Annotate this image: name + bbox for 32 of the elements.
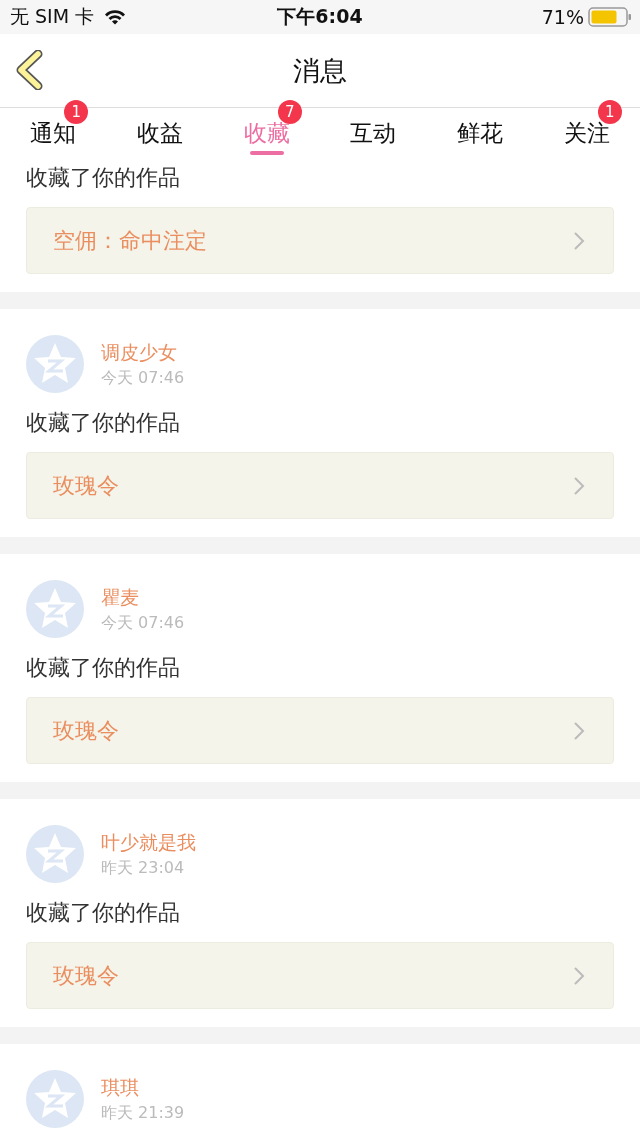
user-name[interactable]: 琪琪 [101, 1074, 185, 1101]
chevron-left-icon [14, 50, 44, 90]
chevron-right-icon [573, 475, 585, 496]
wifi-icon [104, 9, 127, 25]
work-link[interactable]: 玫瑰令 [26, 697, 614, 764]
carrier-label: 无 SIM 卡 [10, 4, 95, 29]
chevron-right-icon [573, 720, 585, 741]
message-text: 收藏了你的作品 [25, 899, 181, 927]
tab[interactable]: 互动 [350, 108, 397, 158]
user-name[interactable]: 叶少就是我 [101, 829, 196, 856]
count-badge: 1 [64, 100, 89, 124]
message-time: 昨天 21:39 [101, 1102, 185, 1124]
message-text: 收藏了你的作品 [25, 409, 181, 437]
message-text: 收藏了你的作品 [25, 164, 181, 192]
chevron-right-icon [573, 965, 585, 986]
tab[interactable]: 收益 [137, 108, 183, 158]
user-name[interactable]: 调皮少女 [101, 339, 185, 366]
battery-icon [588, 7, 632, 27]
chevron-right-icon [573, 230, 585, 251]
work-link[interactable]: 玫瑰令 [26, 452, 614, 519]
message-text: 收藏了你的作品 [25, 654, 181, 682]
back-button[interactable] [14, 50, 44, 90]
work-link[interactable]: 玫瑰令 [26, 942, 614, 1009]
battery-percent: 71% [541, 6, 584, 28]
user-name[interactable]: 瞿麦 [101, 584, 185, 611]
message-time: 昨天 23:04 [101, 857, 186, 879]
message-time: 今天 07:46 [101, 612, 185, 634]
message-time: 今天 07:46 [101, 367, 185, 389]
clock-time: 下午6:04 [277, 4, 363, 29]
page-title: 消息 [293, 53, 347, 88]
work-link[interactable]: 空佣：命中注定 [26, 207, 614, 274]
tab[interactable]: 鲜花 [457, 108, 503, 158]
